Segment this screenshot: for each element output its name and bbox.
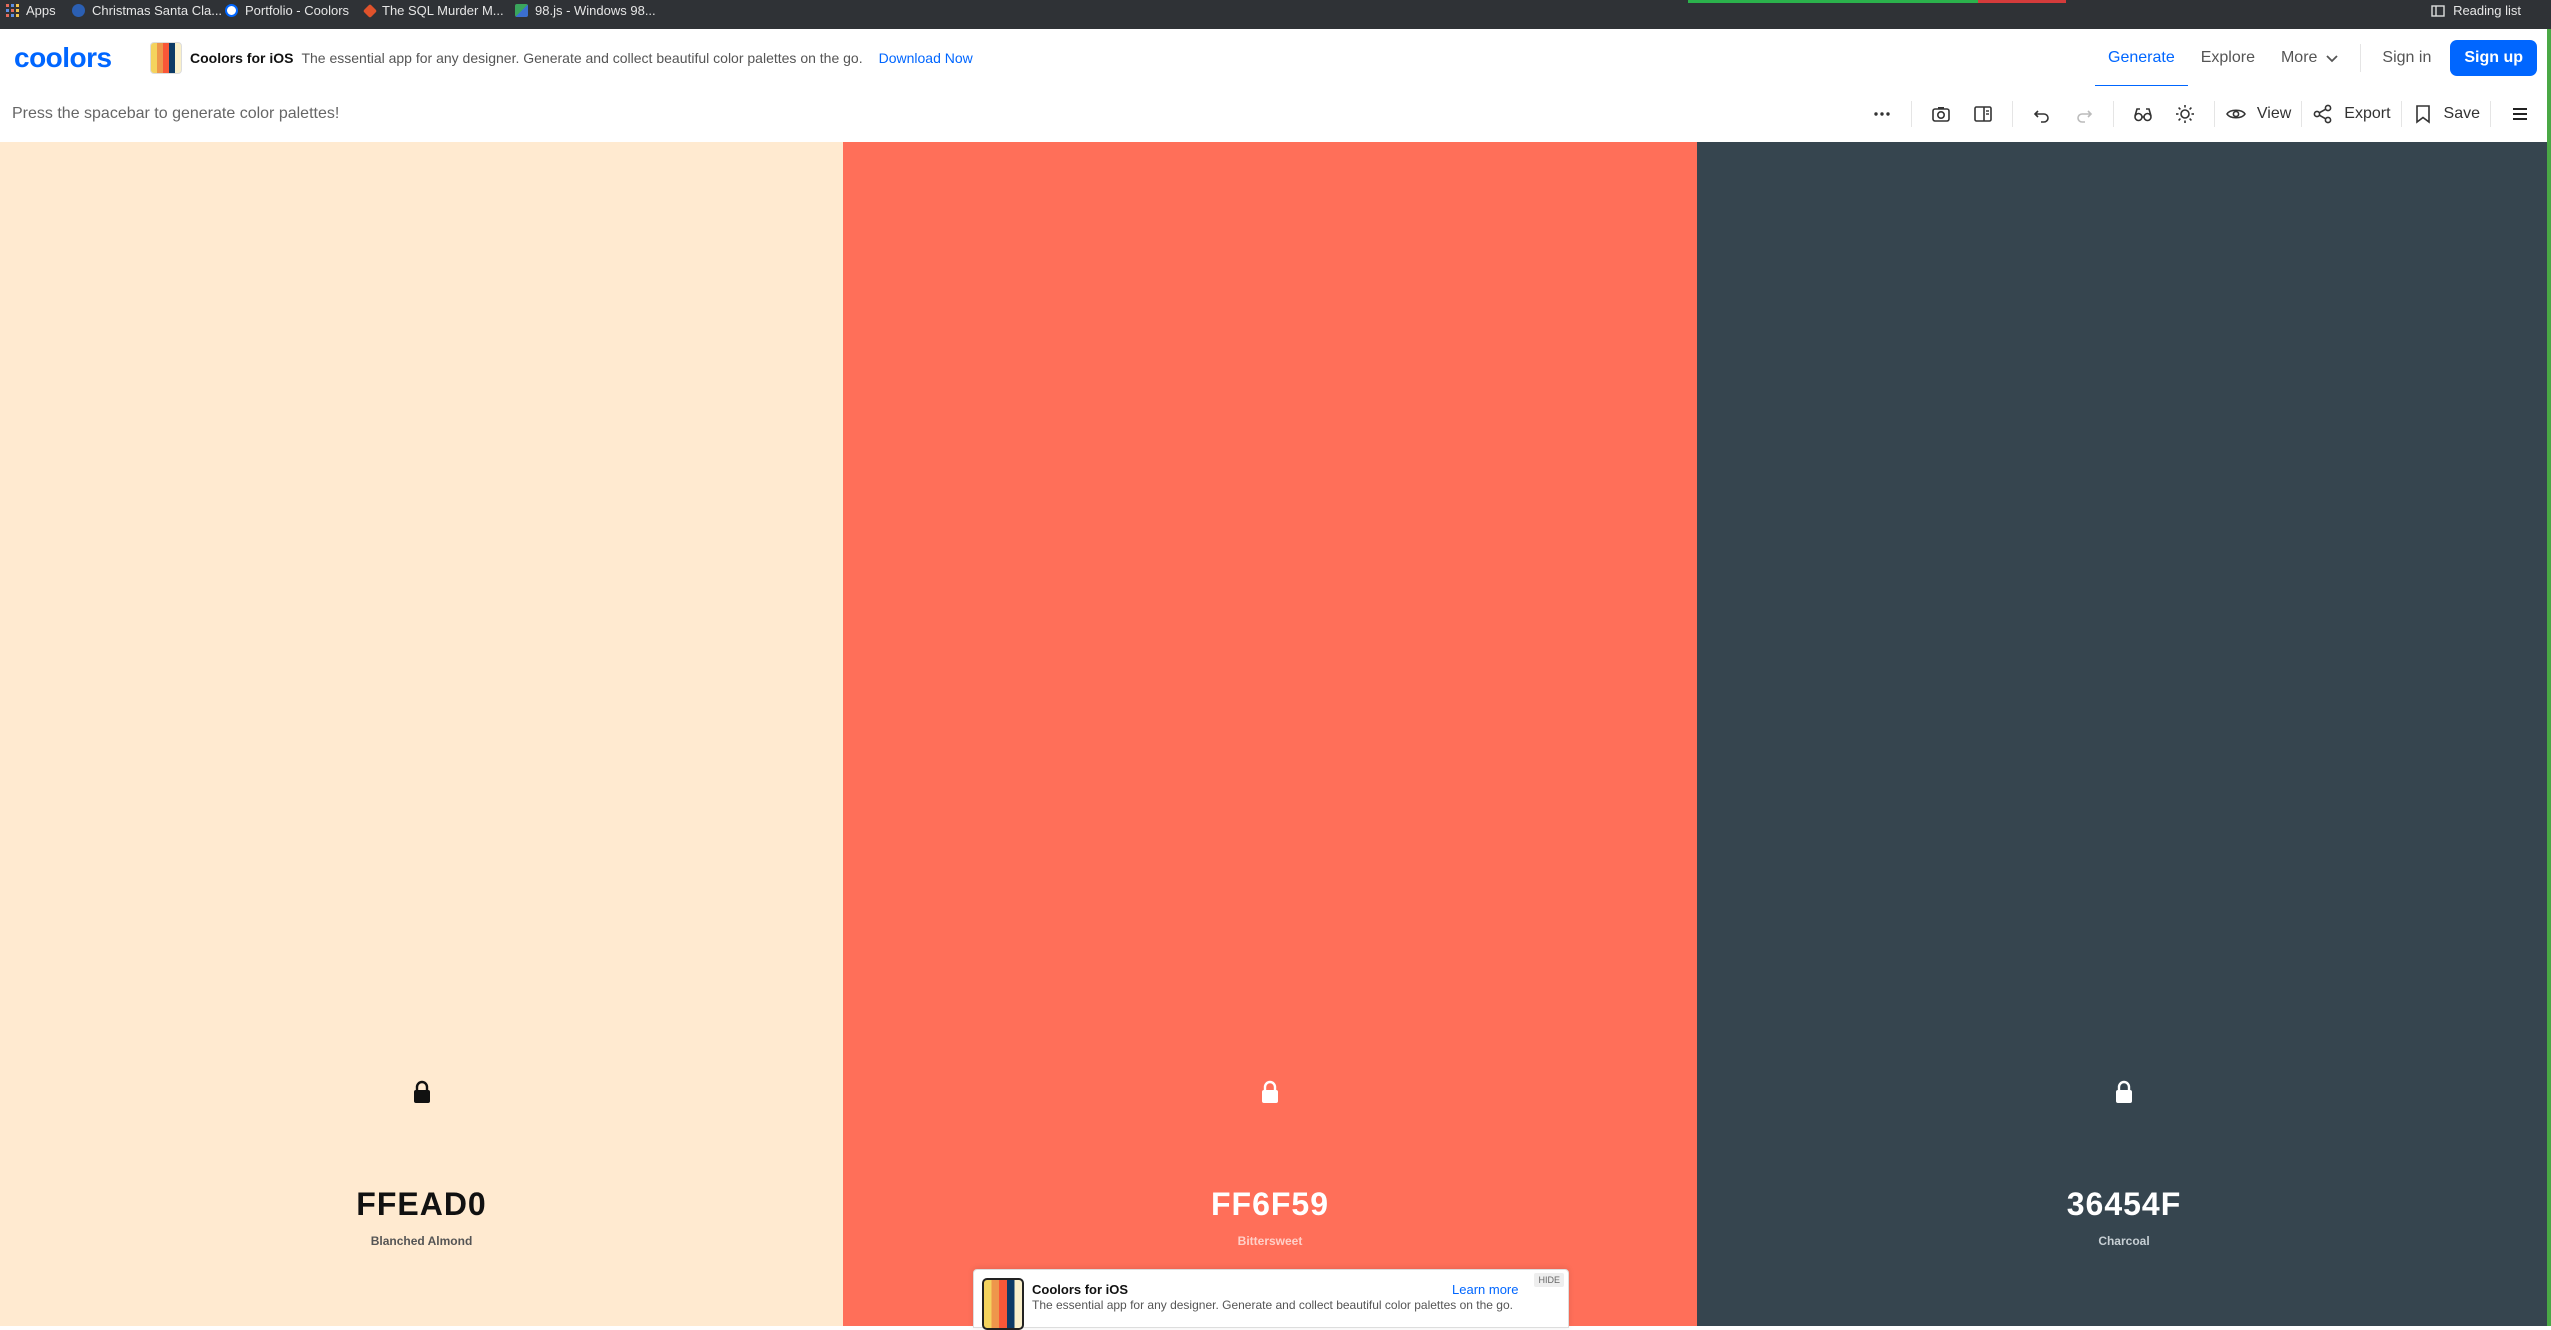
redo-button[interactable] [2063,86,2105,142]
nav-more[interactable]: More [2268,29,2352,86]
redo-icon [2077,110,2093,123]
save-label: Save [2443,105,2480,122]
ios-app-thumbnail-icon [982,1278,1024,1330]
lock-icon[interactable] [2113,1080,2135,1104]
toolbar-divider [2011,101,2013,127]
main-nav: Generate Explore More Sign in Sign up [2095,29,2551,87]
toolbar-actions: View Export Save [1861,86,2551,142]
color-name: Bittersweet [1237,1234,1303,1248]
bookmark-label: Christmas Santa Cla... [92,3,223,18]
bookmark-98js[interactable]: 98.js - Windows 98... [515,0,656,21]
camera-button[interactable] [1920,86,1962,142]
reading-list-button[interactable]: Reading list [2431,0,2521,21]
bookmark-icon [2415,105,2430,124]
ad-description: The essential app for any designer. Gene… [1032,1298,1513,1312]
download-now-link[interactable]: Download Now [879,50,973,66]
color-column[interactable]: FFEAD0 Blanched Almond [0,142,843,1326]
loading-bar-red [1978,0,2066,3]
windows98-favicon-icon [515,4,528,17]
generator-toolbar: Press the spacebar to generate color pal… [0,86,2551,143]
color-column[interactable]: 36454F Charcoal [1697,142,2551,1326]
undo-icon [2033,110,2049,123]
eye-icon [2225,109,2246,119]
color-blindness-button[interactable] [2122,86,2164,142]
view-label: View [2256,105,2292,122]
app-header: coolors Coolors for iOS The essential ap… [0,29,2551,87]
lock-icon[interactable] [1259,1080,1281,1104]
ios-ad-banner: Coolors for iOS The essential app for an… [973,1269,1569,1330]
bookmark-label: The SQL Murder M... [382,3,504,18]
export-label: Export [2344,105,2391,122]
toolbar-divider [2301,101,2303,127]
export-button[interactable]: Export [2310,86,2392,142]
sign-up-button[interactable]: Sign up [2450,39,2537,76]
glasses-icon [2134,108,2152,122]
hide-ad-button[interactable]: HIDE [1534,1273,1564,1287]
nav-sign-in[interactable]: Sign in [2369,29,2444,86]
nav-explore[interactable]: Explore [2188,29,2268,86]
toolbar-divider [2213,101,2215,127]
chevron-down-icon [2326,54,2339,62]
ad-title: Coolors for iOS [1032,1282,1129,1297]
toolbar-divider [2400,101,2402,127]
share-icon [2313,104,2332,124]
side-panel-icon [1974,106,1992,122]
ios-app-thumbnail-icon [150,42,182,74]
side-panel-button[interactable] [1962,86,2004,142]
sql-murder-favicon-icon [362,3,378,18]
bookmark-sql-murder[interactable]: The SQL Murder M... [362,0,504,21]
promo-app-name: Coolors for iOS [190,50,294,66]
spacebar-hint: Press the spacebar to generate color pal… [12,105,340,122]
color-name: Charcoal [2098,1234,2150,1248]
color-name: Blanched Almond [370,1234,473,1248]
coolors-favicon-icon [225,4,238,17]
bookmark-apps[interactable]: Apps [6,0,56,21]
color-hex-code[interactable]: FFEAD0 [0,1186,843,1223]
lock-icon[interactable] [411,1080,433,1104]
bookmark-portfolio-coolors[interactable]: Portfolio - Coolors [225,0,349,21]
nav-more-label: More [2280,48,2318,66]
bookmark-christmas-santa[interactable]: Christmas Santa Cla... [72,0,222,21]
loading-bar-green [1688,0,1978,3]
promo-text: The essential app for any designer. Gene… [301,50,863,66]
bookmark-label: 98.js - Windows 98... [535,3,656,18]
nav-divider [2360,43,2362,72]
santa-favicon-icon [72,4,85,17]
toolbar-divider [2490,101,2491,127]
apps-grid-icon [6,4,19,17]
window-edge [2547,29,2551,1326]
reading-list-label: Reading list [2453,3,2521,18]
reading-list-icon [2431,4,2445,17]
bookmark-label: Apps [26,3,56,18]
hamburger-menu-icon [2513,108,2527,120]
more-dots-icon [1874,112,1890,116]
coolors-logo[interactable]: coolors [14,42,112,74]
ios-promo-banner: Coolors for iOS The essential app for an… [150,42,973,74]
color-hex-code[interactable]: 36454F [1697,1186,2551,1223]
more-options-button[interactable] [1861,86,1903,142]
toolbar-divider [1910,101,1912,127]
learn-more-link[interactable]: Learn more [1452,1282,1518,1297]
sun-icon [2175,105,2194,123]
color-palette: FFEAD0 Blanched Almond FF6F59 Bitterswee… [0,142,2551,1326]
nav-generate[interactable]: Generate [2095,29,2188,87]
toolbar-divider [2112,101,2114,127]
view-button[interactable]: View [2223,86,2293,142]
color-column[interactable]: FF6F59 Bittersweet [843,142,1697,1326]
menu-button[interactable] [2499,86,2541,142]
color-hex-code[interactable]: FF6F59 [843,1186,1697,1223]
brightness-button[interactable] [2164,86,2206,142]
undo-button[interactable] [2021,86,2063,142]
bookmarks-bar: Apps Christmas Santa Cla... Portfolio - … [0,0,2551,29]
bookmark-label: Portfolio - Coolors [245,3,350,18]
camera-icon [1932,107,1950,122]
save-button[interactable]: Save [2410,86,2482,142]
